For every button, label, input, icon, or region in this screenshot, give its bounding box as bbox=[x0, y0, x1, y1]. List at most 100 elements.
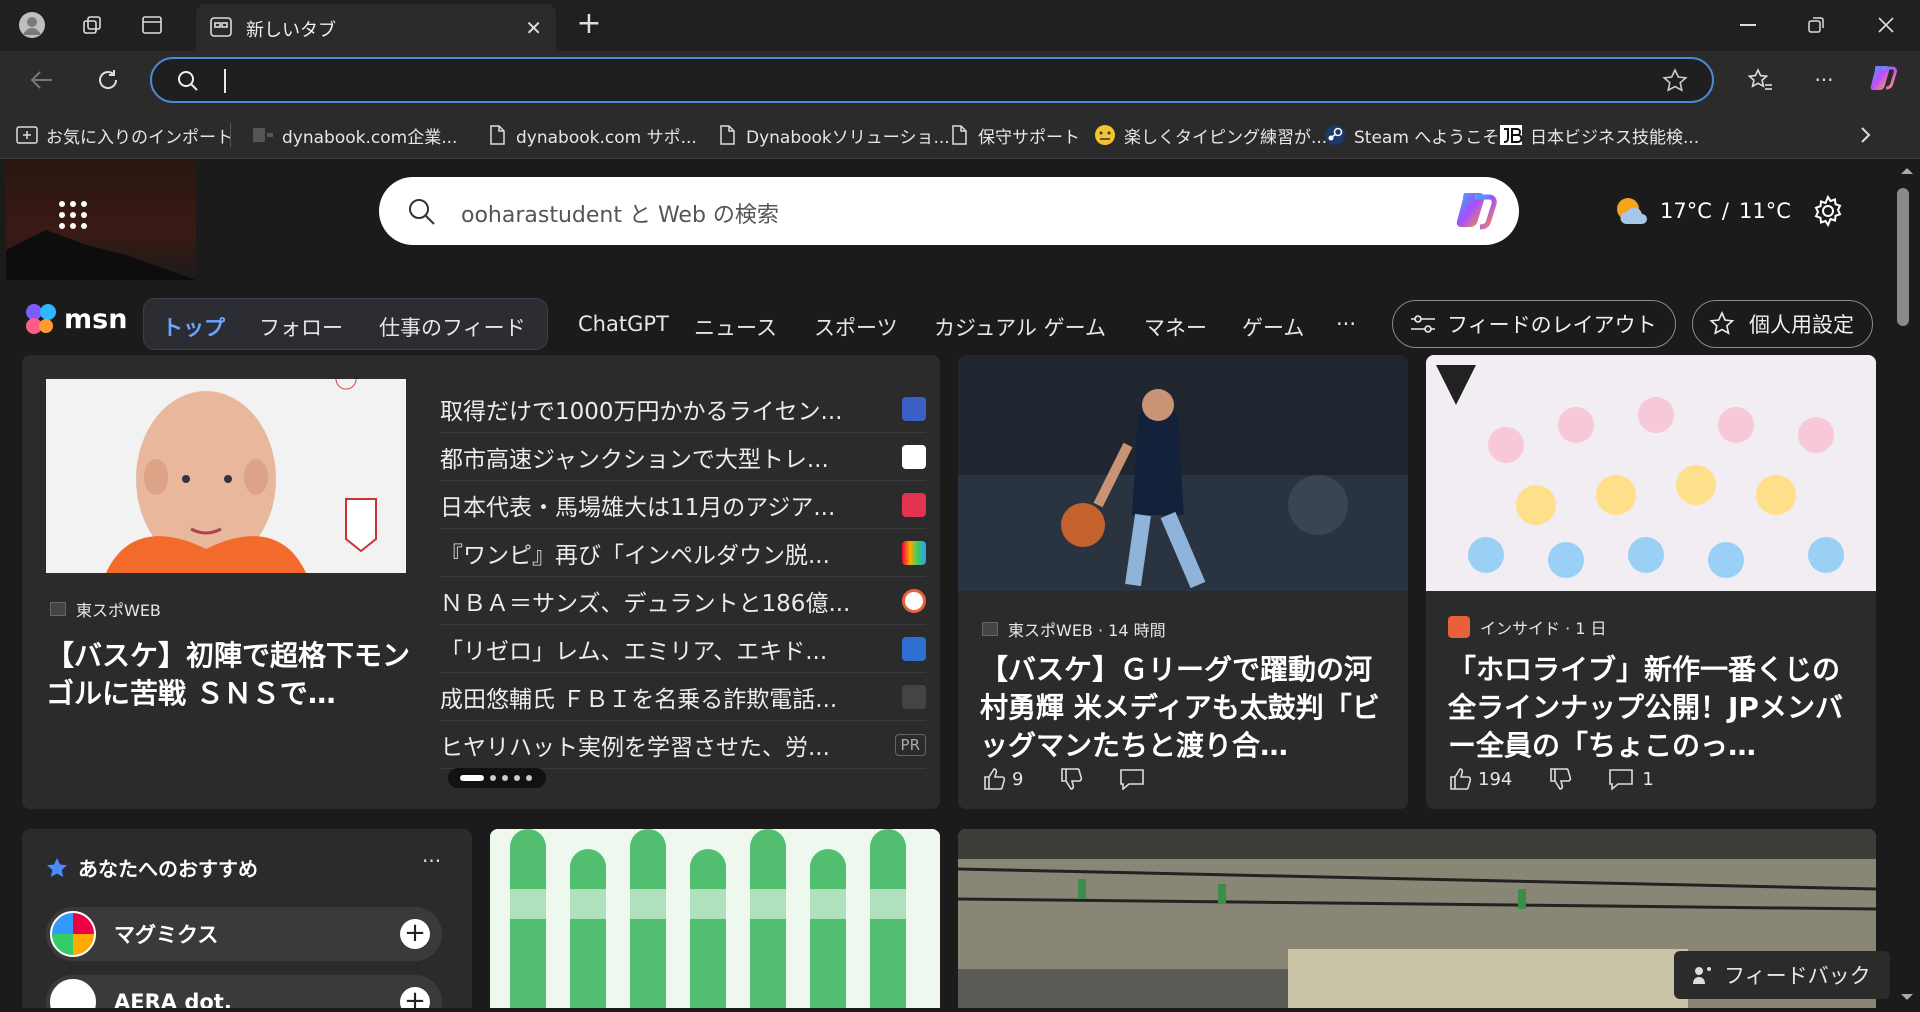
list-item[interactable]: 取得だけで1000万円かかるライセン... bbox=[440, 385, 926, 433]
personalize-button[interactable]: 個人用設定 bbox=[1692, 300, 1873, 348]
bookmark-typing[interactable]: 楽しくタイピング練習が... bbox=[1094, 123, 1328, 148]
msn-page: ooharastudent と Web の検索 17°C / 11°C msn … bbox=[6, 160, 1894, 1008]
bookmark-dynabook-support[interactable]: dynabook.com サポ... bbox=[486, 123, 697, 148]
page-icon bbox=[716, 124, 738, 146]
tab-follow[interactable]: フォロー bbox=[259, 312, 343, 342]
scrollbar-thumb[interactable] bbox=[1897, 188, 1909, 326]
list-item[interactable]: 「リゼロ」レム、エミリア、エキド... bbox=[440, 625, 926, 673]
collections-icon[interactable] bbox=[74, 8, 110, 42]
list-item-text: 取得だけで1000万円かかるライセン... bbox=[440, 398, 843, 425]
nav-news[interactable]: ニュース bbox=[694, 312, 777, 342]
refresh-icon[interactable] bbox=[90, 63, 126, 97]
like-count: 9 bbox=[1012, 768, 1024, 790]
tab-new-tab[interactable]: 新しいタブ ✕ bbox=[196, 4, 556, 51]
story-source: インサイド · 1 日 bbox=[1448, 615, 1607, 639]
list-item[interactable]: 都市高速ジャンクションで大型トレ... bbox=[440, 433, 926, 481]
web-search-box[interactable]: ooharastudent と Web の検索 bbox=[379, 177, 1519, 245]
bookmark-jbskills[interactable]: 日本ビジネス技能検... bbox=[1500, 123, 1699, 148]
bookmark-import[interactable]: お気に入りのインポート bbox=[16, 123, 233, 148]
recommend-more-icon[interactable]: ··· bbox=[422, 849, 441, 873]
bookmark-dynabook-corp[interactable]: dynabook.com企業... bbox=[252, 123, 457, 148]
recommend-header: あなたへのおすすめ bbox=[46, 853, 258, 882]
like-button[interactable]: 9 bbox=[982, 767, 1023, 791]
publisher-row[interactable]: AERA dot. + bbox=[46, 975, 442, 1008]
text-caret bbox=[224, 69, 226, 93]
nav-sports[interactable]: スポーツ bbox=[814, 312, 898, 342]
gear-icon[interactable] bbox=[1812, 194, 1844, 231]
more-menu-icon[interactable]: ··· bbox=[1806, 63, 1842, 97]
close-window-icon[interactable] bbox=[1866, 10, 1906, 40]
page-icon bbox=[948, 124, 970, 146]
bookmark-dynabook-solution[interactable]: Dynabookソリューショ... bbox=[716, 123, 950, 148]
copilot-icon[interactable] bbox=[1453, 189, 1499, 237]
publisher-logo-icon bbox=[1448, 616, 1470, 638]
story-headline[interactable]: 【バスケ】初陣で超格下モンゴルに苦戦 ＳＮＳで… bbox=[46, 637, 416, 713]
bookmark-label: 楽しくタイピング練習が... bbox=[1124, 127, 1328, 148]
favorites-icon[interactable] bbox=[1742, 63, 1778, 97]
feedback-button[interactable]: フィードバック bbox=[1674, 951, 1890, 999]
address-bar[interactable] bbox=[150, 57, 1714, 103]
weather-widget[interactable]: 17°C / 11°C bbox=[1614, 196, 1791, 226]
publisher-row[interactable]: マグミクス + bbox=[46, 907, 442, 961]
add-publisher-plus-icon[interactable]: + bbox=[400, 987, 430, 1008]
copilot-icon[interactable] bbox=[1866, 61, 1902, 95]
story-source-name: 東スポWEB · 14 時間 bbox=[1008, 621, 1166, 640]
headline-list: 取得だけで1000万円かかるライセン... 都市高速ジャンクションで大型トレ..… bbox=[440, 385, 926, 769]
bookmark-divider bbox=[230, 123, 231, 147]
top-story-image[interactable] bbox=[46, 379, 406, 573]
list-item[interactable]: 日本代表・馬場雄大は11月のアジア... bbox=[440, 481, 926, 529]
profile-avatar-icon[interactable] bbox=[14, 8, 50, 42]
vertical-tabs-icon[interactable] bbox=[134, 8, 170, 42]
list-item[interactable]: 『ワンピ』再び「インペルダウン脱... bbox=[440, 529, 926, 577]
reactions-bar: 194 1 bbox=[1448, 767, 1690, 791]
msn-logo[interactable]: msn bbox=[24, 302, 127, 336]
dislike-button[interactable] bbox=[1059, 767, 1083, 791]
tab-work-feed[interactable]: 仕事のフィード bbox=[379, 312, 526, 342]
sparkle-star-icon bbox=[1709, 311, 1735, 335]
story-source-name: インサイド · 1 日 bbox=[1480, 619, 1607, 638]
app-launcher-icon[interactable] bbox=[58, 200, 88, 230]
list-item-text: 「リゼロ」レム、エミリア、エキド... bbox=[440, 638, 828, 665]
publisher-logo-icon bbox=[902, 396, 926, 421]
news-card-basketball[interactable]: 東スポWEB · 14 時間 【バスケ】Ｇリーグで躍動の河村勇輝 米メディアも太… bbox=[958, 355, 1408, 809]
feed-layout-label: フィードのレイアウト bbox=[1447, 313, 1657, 337]
favorite-star-icon[interactable] bbox=[1662, 68, 1688, 98]
thumbs-down-icon bbox=[1061, 768, 1083, 790]
comment-button[interactable]: 1 bbox=[1608, 768, 1654, 790]
list-item[interactable]: 成田悠輔氏 ＦＢＩを名乗る詐欺電話... bbox=[440, 673, 926, 721]
carousel-pager[interactable] bbox=[448, 768, 546, 788]
dislike-button[interactable] bbox=[1548, 767, 1572, 791]
nav-casual-games[interactable]: カジュアル ゲーム bbox=[934, 312, 1106, 342]
list-item-text: 日本代表・馬場雄大は11月のアジア... bbox=[440, 494, 836, 521]
comment-button[interactable] bbox=[1119, 768, 1145, 790]
promo-pattern-image[interactable] bbox=[490, 829, 940, 1008]
recommendations-card: あなたへのおすすめ ··· マグミクス + AERA dot. + bbox=[22, 829, 472, 1008]
nav-more[interactable]: ··· bbox=[1336, 312, 1356, 336]
recommend-title: あなたへのおすすめ bbox=[78, 857, 258, 881]
news-card-hololive[interactable]: インサイド · 1 日 「ホロライブ」新作一番くじの全ラインナップ公開！JPメン… bbox=[1426, 355, 1876, 809]
tab-top[interactable]: トップ bbox=[162, 312, 225, 342]
list-item-text: 『ワンピ』再び「インペルダウン脱... bbox=[440, 542, 830, 569]
minimize-icon[interactable] bbox=[1728, 10, 1768, 40]
nav-chatgpt[interactable]: ChatGPT bbox=[578, 312, 669, 336]
bookmark-steam[interactable]: Steam へようこそ bbox=[1324, 123, 1499, 148]
restore-icon[interactable] bbox=[1796, 10, 1836, 40]
new-tab-button[interactable]: + bbox=[572, 9, 606, 40]
publisher-logo-icon bbox=[50, 911, 96, 957]
feedback-label: フィードバック bbox=[1724, 964, 1871, 988]
add-publisher-plus-icon[interactable]: + bbox=[400, 919, 430, 949]
nav-games[interactable]: ゲーム bbox=[1242, 312, 1304, 342]
list-item[interactable]: ヒヤリハット実例を学習させた、労... PR bbox=[440, 721, 926, 769]
personalize-label: 個人用設定 bbox=[1749, 313, 1854, 337]
address-input[interactable] bbox=[220, 67, 1620, 93]
list-item[interactable]: ＮＢＡ＝サンズ、デュラントと186億... bbox=[440, 577, 926, 625]
background-image bbox=[6, 160, 196, 280]
tab-close-icon[interactable]: ✕ bbox=[525, 16, 542, 40]
feed-layout-button[interactable]: フィードのレイアウト bbox=[1392, 300, 1676, 348]
thumbs-down-icon bbox=[1550, 768, 1572, 790]
nav-money[interactable]: マネー bbox=[1144, 312, 1207, 342]
like-button[interactable]: 194 bbox=[1448, 767, 1512, 791]
bookmark-maintenance[interactable]: 保守サポート bbox=[948, 123, 1080, 148]
back-arrow-icon[interactable] bbox=[24, 63, 60, 97]
bookmarks-overflow-chevron-icon[interactable] bbox=[1860, 123, 1872, 147]
